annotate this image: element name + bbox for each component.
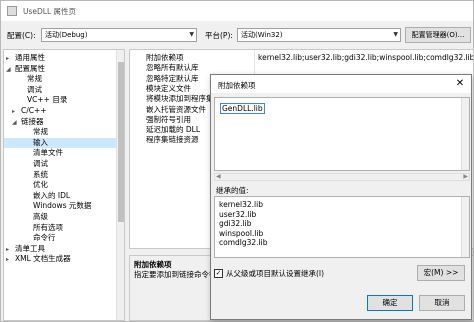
tree-item-label: VC++ 目录 [27,95,68,105]
cancel-button[interactable]: 取消 [419,295,465,311]
tree-item[interactable]: 常规 [4,127,116,138]
tree-item[interactable]: 优化 [4,180,116,191]
property-name: 忽略所有默认库 [146,63,199,73]
tree-item[interactable]: ◢ 链接器 [4,117,116,128]
tree-scrollbar-thumb[interactable] [118,62,124,222]
tree-item-label: 配置属性 [15,63,45,73]
tree-item[interactable]: 清单文件 [4,148,116,159]
expander-icon[interactable]: ▸ [6,255,15,266]
inherited-value-item: winspool.lib [219,228,264,238]
tree-item-label: 输入 [33,137,48,147]
tree-item-label: 命令行 [33,233,56,243]
tree-item[interactable]: 输入 [4,137,116,149]
config-select-value: 活动(Debug) [45,31,88,39]
tree-item[interactable]: ▸ XML 文档生成器 [4,254,116,265]
macro-button[interactable]: 宏(M) >> [417,265,465,281]
property-name: 延迟加载的 DLL [146,125,201,135]
tree-item-label: 调试 [27,84,42,94]
tree-item-label: 通用属性 [15,53,45,62]
edit-horizontal-scrollbar[interactable]: ◀ ▶ [214,173,470,181]
tree-item[interactable]: ▸ 通用属性 [4,53,116,64]
window-title: UseDLL 属性页 [23,6,77,16]
tree-item-label: 链接器 [21,116,44,126]
scroll-left-icon[interactable]: ◀ [216,173,221,180]
tree-item-label: XML 文档生成器 [15,254,71,264]
tree-item[interactable]: ◢ 配置属性 [4,64,116,75]
property-value[interactable]: kernel32.lib;user32.lib;gdi32.lib;winspo… [258,53,473,63]
tree-item-label: 嵌入的 IDL [33,190,71,200]
tree-item[interactable]: 高级 [4,212,116,223]
property-row[interactable]: 附加依赖项 kernel32.lib;user32.lib;gdi32.lib;w… [130,53,473,63]
tree-item-label: C/C++ [21,106,47,115]
tree-item[interactable]: 嵌入的 IDL [4,191,116,202]
ok-button[interactable]: 确定 [367,295,413,311]
property-row[interactable]: 忽略所有默认库 [130,63,473,73]
inherited-values-list: kernel32.lib user32.lib gdi32.lib winspool.… [214,196,470,258]
platform-label: 平台(P): [205,31,233,40]
tree-item[interactable]: 所有选项 [4,223,116,234]
description-text: 指定要添加到链接命令行 [134,270,217,279]
property-name: 忽略特定默认库 [146,73,199,83]
close-icon[interactable]: ✕ [449,75,471,93]
inherit-checkbox-label[interactable]: 从父级或项目默认设置继承(I) [226,268,324,279]
property-name: 附加依赖项 [146,53,184,62]
inherited-values-label: 继承的值: [216,186,249,195]
dialog-title: 附加依赖项 [218,81,256,90]
title-bar: UseDLL 属性页 [1,1,473,21]
inherited-value-item: user32.lib [219,209,257,219]
tree-item[interactable]: 调试 [4,159,116,170]
inherited-value-item: kernel32.lib [219,200,263,209]
tree-item-label: 系统 [33,169,48,179]
inherit-checkbox[interactable]: ✓ [214,268,223,278]
tree-item[interactable]: ▸ C/C++ [4,106,116,117]
property-name: 将模块添加到程序集 [146,94,214,104]
dependencies-edit-text[interactable]: GenDLL.lib [220,103,265,114]
tree-item[interactable]: 常规 [4,74,116,85]
edit-scrollbar[interactable] [461,98,469,170]
platform-select-value: 活动(Win32) [241,31,283,39]
app-icon [7,6,17,16]
tree-item-label: 清单工具 [15,243,45,253]
config-label: 配置(C): [7,31,36,40]
settings-tree: ▸ 通用属性 ◢ 配置属性 常规 调试 VC++ 目录 ▸ C/C++ ◢ 链接器 常规 输入 清单文件调… [3,49,125,321]
dependencies-edit-box[interactable]: GenDLL.lib [214,97,470,171]
tree-scrollbar[interactable] [116,50,124,320]
property-name: 强制符号引用 [146,114,191,124]
inherited-value-item: gdi32.lib [219,219,252,229]
tree-item-label: 所有选项 [33,222,63,232]
tree-item[interactable]: ▸ 清单工具 [4,244,116,255]
inherited-scrollbar[interactable] [461,197,469,257]
tree-item-label: 调试 [33,159,48,168]
tree-item-label: 常规 [27,74,42,84]
inherited-value-item: comdlg32.lib [219,238,268,248]
additional-dependencies-dialog: 附加依赖项 ✕ GenDLL.lib ◀ ▶ 继承的值: kernel32.li… [210,74,472,320]
config-manager-button[interactable]: 配置管理器(O)... [405,27,471,43]
config-select[interactable]: 活动(Debug) ▼ [41,28,197,42]
inherit-checkbox-row[interactable]: ✓ 从父级或项目默认设置继承(I) [214,267,324,279]
scroll-right-icon[interactable]: ▶ [463,173,468,180]
tree-item-label: 清单文件 [33,148,63,158]
tree-item[interactable]: Windows 元数据 [4,201,116,212]
platform-select[interactable]: 活动(Win32) ▼ [237,28,401,42]
tree-item-label: Windows 元数据 [33,201,92,211]
property-name: 程序集链接资源 [146,135,199,145]
property-name: 模块定义文件 [146,83,191,93]
tree-item-label: 高级 [33,212,48,221]
dialog-title-bar: 附加依赖项 ✕ [211,75,471,93]
property-name: 嵌入托管资源文件 [146,104,206,114]
tree-item[interactable]: VC++ 目录 [4,95,116,106]
tree-item-label: 常规 [33,127,48,137]
tree-item[interactable]: 系统 [4,170,116,181]
tree-item-label: 优化 [33,180,48,190]
chevron-down-icon: ▼ [393,31,398,38]
tree-item[interactable]: 调试 [4,85,116,96]
tree-item[interactable]: 命令行 [4,233,116,244]
chevron-down-icon: ▼ [189,31,194,38]
config-toolbar: 配置(C): 活动(Debug) ▼ 平台(P): 活动(Win32) ▼ 配置… [1,25,473,45]
